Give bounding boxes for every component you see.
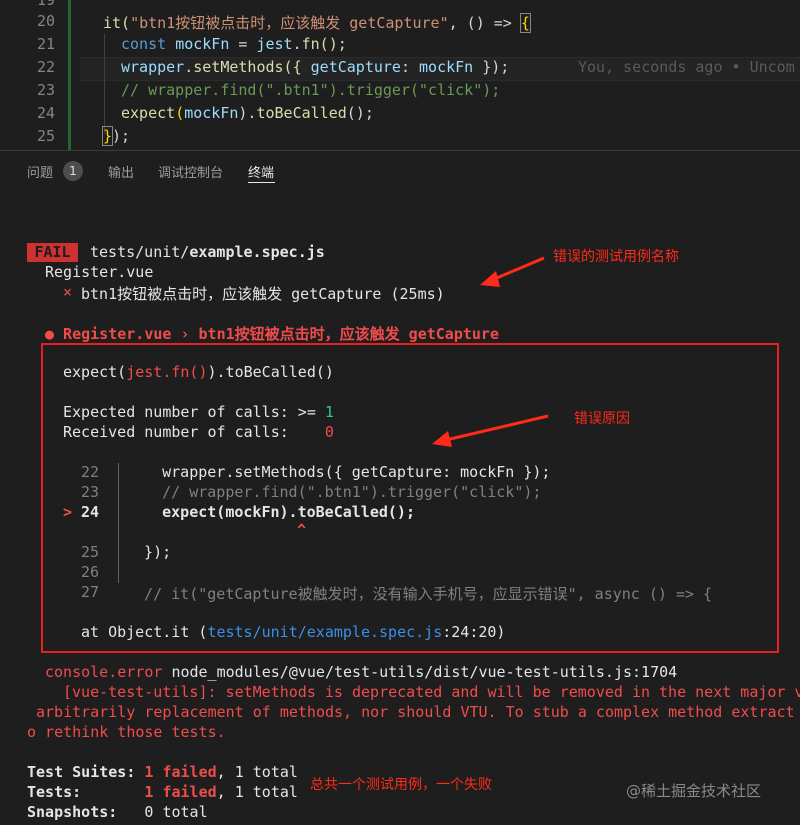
arrow-icon	[432, 414, 549, 447]
arrow-icon	[480, 256, 545, 287]
watermark: @稀土掘金技术社区	[626, 782, 762, 800]
annotation-arrows	[432, 256, 549, 447]
